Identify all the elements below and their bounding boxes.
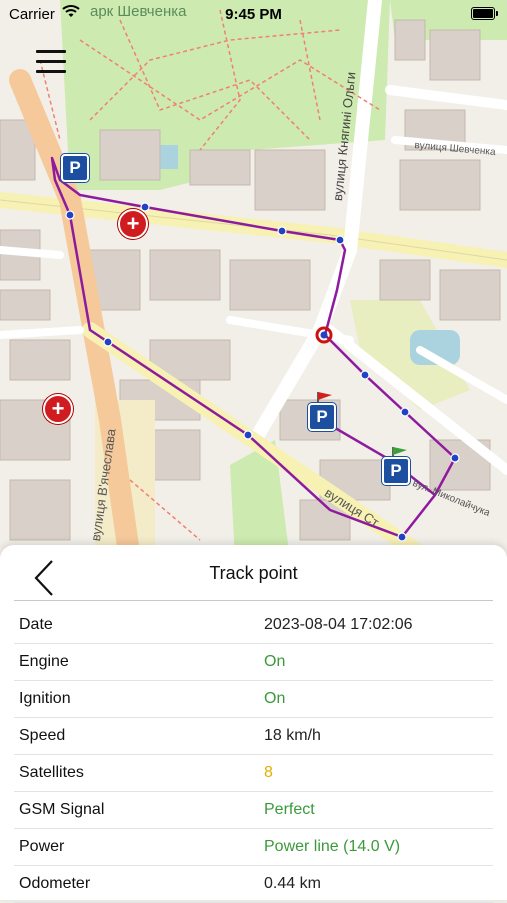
row-value: 2023-08-04 17:02:06 [264, 616, 413, 633]
row-label: Date [19, 616, 53, 633]
status-bar: Carrier 9:45 PM [0, 0, 507, 28]
list-item: Satellites 8 [14, 755, 493, 792]
track-point-sheet: Track point Date 2023-08-04 17:02:06 Eng… [0, 545, 507, 903]
parking-icon[interactable]: P [382, 457, 410, 485]
status-time: 9:45 PM [225, 6, 282, 23]
divider [14, 600, 493, 601]
hospital-icon: + [43, 394, 73, 424]
row-label: Satellites [19, 764, 84, 781]
battery-icon [471, 7, 498, 20]
row-label: Power [19, 838, 65, 855]
row-value: 8 [264, 764, 273, 781]
list-item: GSM Signal Perfect [14, 792, 493, 829]
parking-icon[interactable]: P [61, 154, 89, 182]
map-view[interactable]: арк Шевченка вулиця Княгині Ольги вулиця… [0, 0, 507, 560]
parking-icon[interactable]: P [308, 403, 336, 431]
row-label: GSM Signal [19, 801, 105, 818]
row-label: Speed [19, 727, 66, 744]
details-list: Date 2023-08-04 17:02:06 Engine On Ignit… [0, 607, 507, 903]
row-label: Odometer [19, 875, 91, 892]
row-label: Ignition [19, 690, 71, 707]
list-item: Odometer 0.44 km [14, 866, 493, 903]
row-label: Engine [19, 653, 69, 670]
sheet-title: Track point [209, 563, 298, 583]
hamburger-menu-icon[interactable] [36, 50, 68, 76]
list-item: Ignition On [14, 681, 493, 718]
row-value: On [264, 653, 286, 670]
list-item: Speed 18 km/h [14, 718, 493, 755]
list-item: Power Power line (14.0 V) [14, 829, 493, 866]
list-item: Engine On [14, 644, 493, 681]
row-value: 18 km/h [264, 727, 321, 744]
row-value: Perfect [264, 801, 315, 818]
map-canvas[interactable] [0, 0, 507, 560]
row-value: Power line (14.0 V) [264, 838, 401, 855]
list-item: Date 2023-08-04 17:02:06 [14, 607, 493, 644]
hospital-icon: + [118, 209, 148, 239]
row-value: 0.44 km [264, 875, 321, 892]
row-value: On [264, 690, 286, 707]
